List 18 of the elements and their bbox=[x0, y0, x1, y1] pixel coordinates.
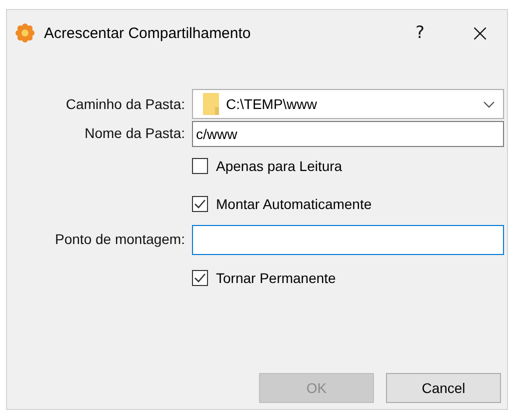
chevron-down-icon[interactable] bbox=[483, 100, 495, 108]
cancel-button[interactable]: Cancel bbox=[386, 373, 501, 403]
checkbox[interactable] bbox=[192, 158, 208, 174]
window-title: Acrescentar Compartilhamento bbox=[44, 24, 252, 42]
help-button[interactable]: ? bbox=[397, 18, 443, 48]
input-field[interactable] bbox=[192, 225, 504, 255]
checkbox-label[interactable]: Montar Automaticamente bbox=[216, 196, 372, 212]
field-label: Nome da Pasta: bbox=[84, 125, 185, 141]
checkbox[interactable] bbox=[192, 196, 208, 212]
close-button[interactable]: × bbox=[457, 18, 503, 48]
input-field[interactable]: c/www bbox=[192, 121, 504, 147]
checkbox-label[interactable]: Tornar Permanente bbox=[216, 270, 336, 286]
folder-icon bbox=[203, 93, 219, 115]
checkbox-label[interactable]: Apenas para Leitura bbox=[216, 158, 342, 174]
folder-path-dropdown[interactable]: C:\TEMP\www bbox=[192, 89, 504, 119]
field-label: Caminho da Pasta: bbox=[64, 96, 185, 112]
field-label: Ponto de montagem: bbox=[54, 231, 185, 247]
checkbox[interactable] bbox=[192, 270, 208, 286]
